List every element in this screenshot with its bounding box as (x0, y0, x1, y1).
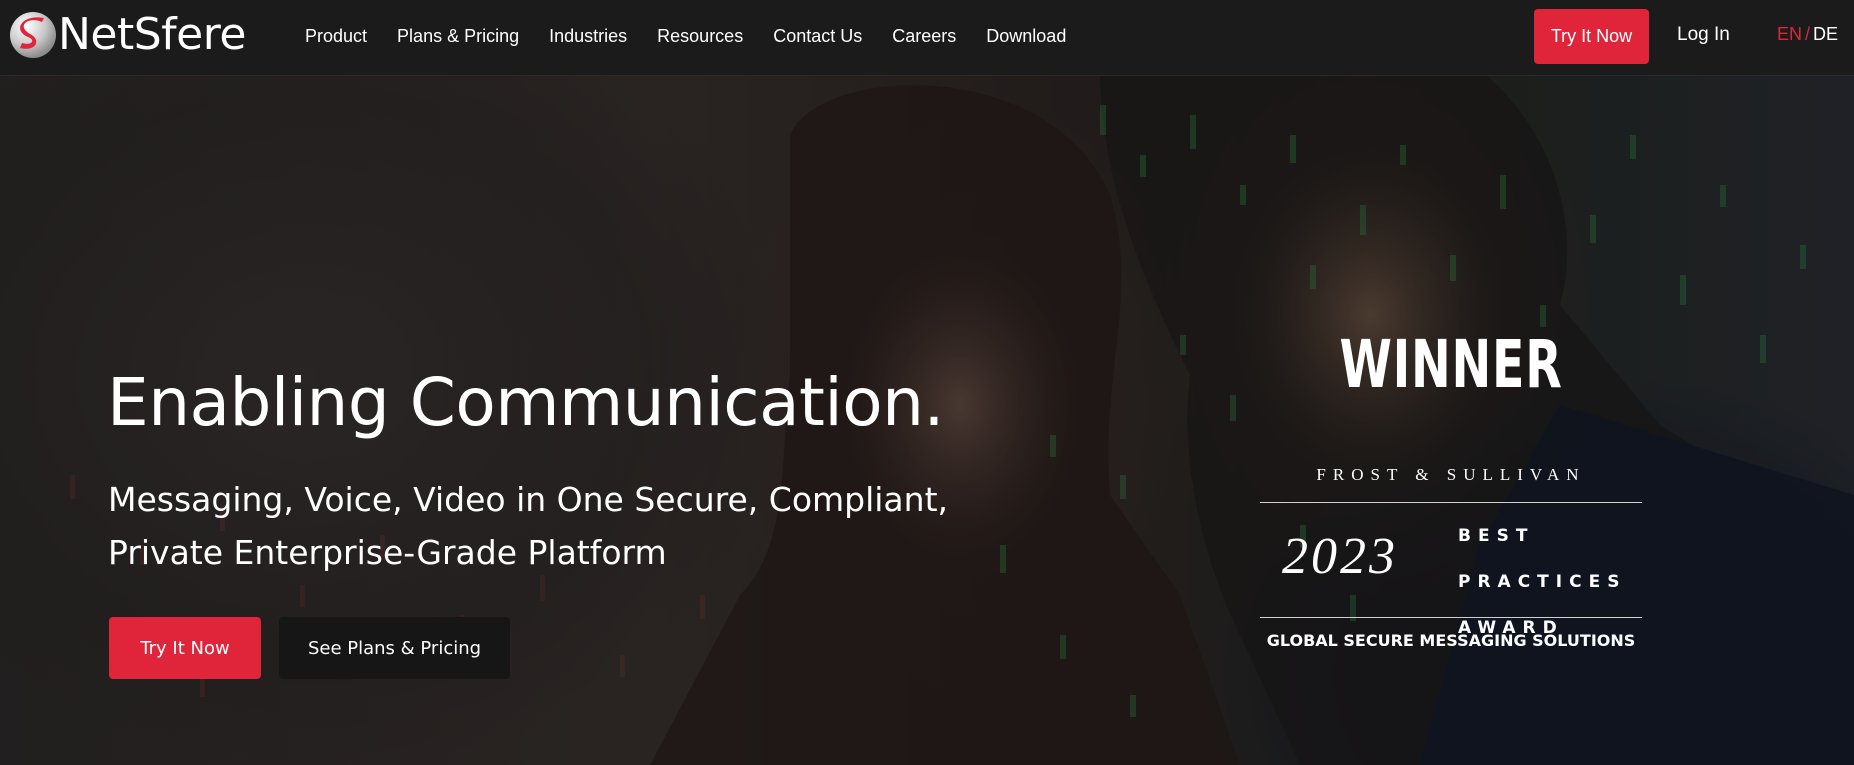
nav-item-resources[interactable]: Resources (657, 26, 743, 47)
see-plans-pricing-button[interactable]: See Plans & Pricing (279, 617, 510, 679)
award-organization: FROST & SULLIVAN (1316, 465, 1586, 484)
award-badge: WINNER FROST & SULLIVAN 2023 BEST PRACTI… (1260, 325, 1642, 650)
nav-item-plans-pricing[interactable]: Plans & Pricing (397, 26, 519, 47)
hero-title: Enabling Communication. (107, 364, 944, 441)
award-divider-bottom (1260, 617, 1642, 618)
top-navigation: NetSfere Product Plans & Pricing Industr… (0, 0, 1854, 76)
main-menu: Product Plans & Pricing Industries Resou… (305, 0, 1096, 72)
nav-item-industries[interactable]: Industries (549, 26, 627, 47)
award-line-practices: PRACTICES (1458, 572, 1627, 592)
award-category: GLOBAL SECURE MESSAGING SOLUTIONS (1266, 631, 1636, 650)
hero-section: Enabling Communication. Messaging, Voice… (0, 75, 1854, 765)
award-year: 2023 (1282, 528, 1398, 585)
award-divider-top (1260, 502, 1642, 503)
hero-try-it-now-button[interactable]: Try It Now (109, 617, 261, 679)
brand-logo[interactable]: NetSfere (8, 10, 246, 60)
lang-separator: / (1805, 24, 1811, 44)
brand-name: NetSfere (58, 9, 246, 60)
login-link[interactable]: Log In (1677, 24, 1730, 46)
netsfere-logo-icon (10, 12, 56, 58)
award-headline: WINNER (1339, 326, 1563, 403)
lang-de-link[interactable]: DE (1813, 24, 1838, 44)
hero-subtitle: Messaging, Voice, Video in One Secure, C… (108, 480, 949, 572)
nav-item-product[interactable]: Product (305, 26, 367, 47)
lang-en-link[interactable]: EN (1777, 24, 1802, 44)
nav-item-download[interactable]: Download (986, 26, 1066, 47)
nav-item-contact-us[interactable]: Contact Us (773, 26, 862, 47)
language-switcher: EN / DE (1777, 24, 1838, 45)
nav-item-careers[interactable]: Careers (892, 26, 956, 47)
award-line-best: BEST (1458, 526, 1535, 546)
nav-try-it-now-button[interactable]: Try It Now (1534, 9, 1649, 64)
